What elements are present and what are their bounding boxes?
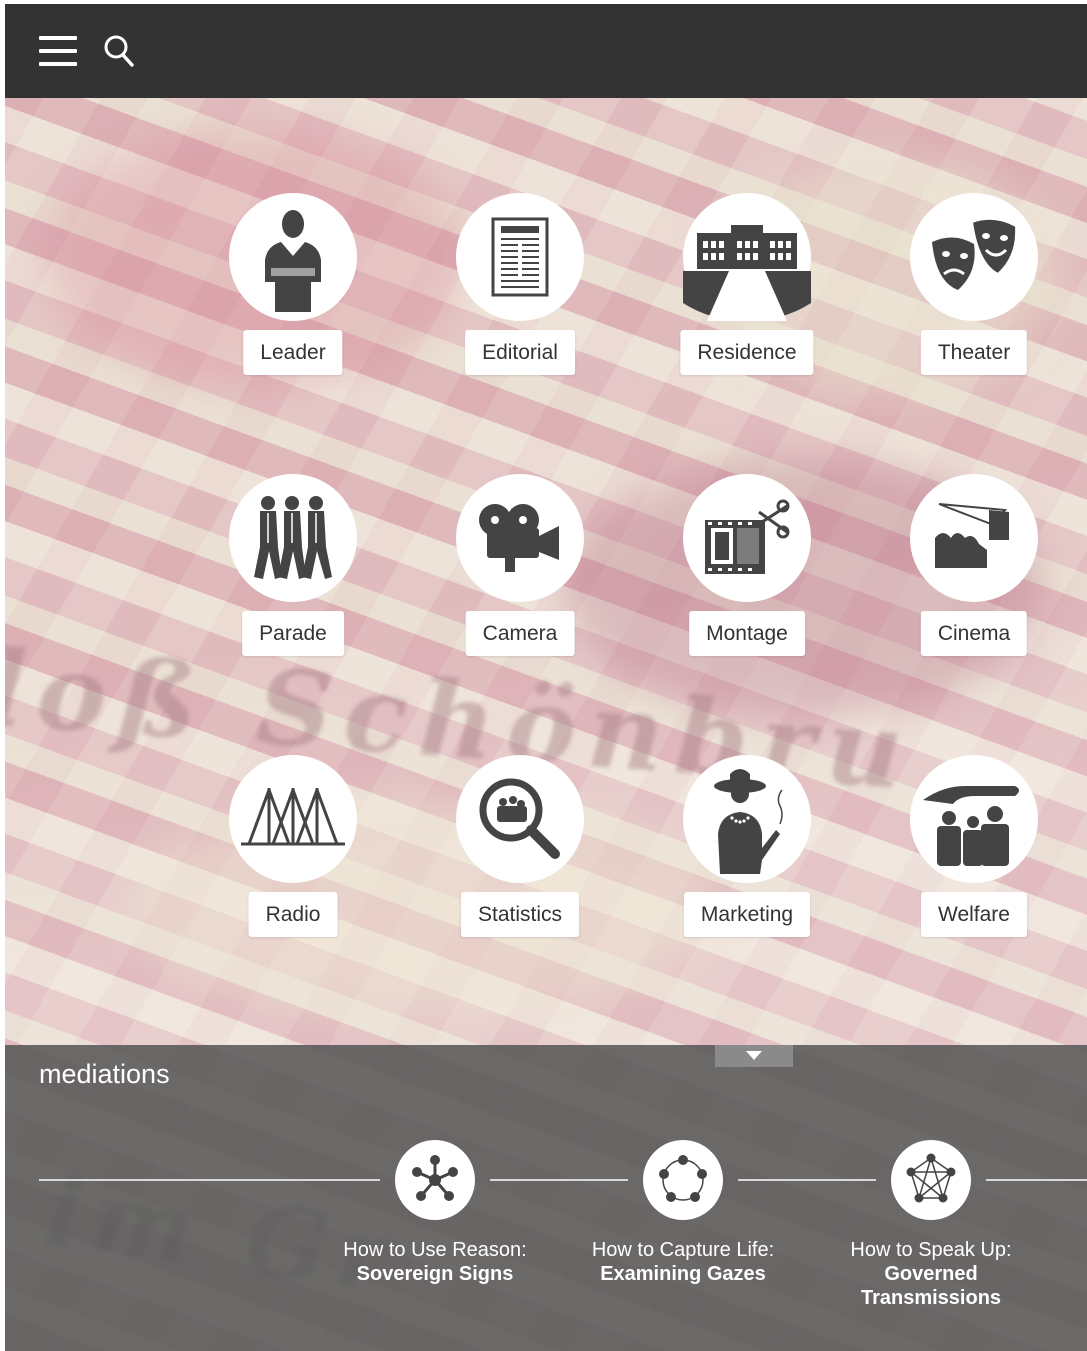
tile-cinema[interactable]: Cinema xyxy=(874,474,1074,664)
tile-statistics[interactable]: Statistics xyxy=(420,755,620,945)
radio-tower-icon xyxy=(229,755,357,883)
tile-label: Radio xyxy=(248,892,338,937)
tile-camera[interactable]: Camera xyxy=(420,474,620,664)
mediation-node-title: Governed Transmissions xyxy=(860,1263,1002,1309)
ring-network-icon xyxy=(643,1140,723,1220)
marching-soldiers-icon xyxy=(229,474,357,602)
search-icon[interactable] xyxy=(103,34,137,70)
mediation-node-sovereign-signs[interactable]: How to Use Reason: Sovereign Signs xyxy=(320,1140,550,1286)
collapse-toggle-button[interactable] xyxy=(715,1045,793,1067)
tile-label: Montage xyxy=(689,611,805,656)
projector-beam-icon xyxy=(910,474,1038,602)
mediations-panel: mediations How to Use Reason: Sovereign … xyxy=(5,1045,1087,1351)
tile-label: Parade xyxy=(242,611,344,656)
mediation-node-title: Examining Gazes xyxy=(600,1263,766,1285)
hamburger-menu-icon[interactable] xyxy=(39,34,79,68)
mediation-node-title: Sovereign Signs xyxy=(356,1263,514,1285)
tile-leader[interactable]: Leader xyxy=(193,193,393,383)
star-network-icon xyxy=(395,1140,475,1220)
tile-marketing[interactable]: Marketing xyxy=(647,755,847,945)
mediation-node-question: How to Use Reason: xyxy=(343,1239,527,1261)
magnifier-crowd-icon xyxy=(456,755,584,883)
tile-welfare[interactable]: Welfare xyxy=(874,755,1074,945)
tile-label: Residence xyxy=(680,330,814,375)
tile-radio[interactable]: Radio xyxy=(193,755,393,945)
mediation-node-examining-gazes[interactable]: How to Capture Life: Examining Gazes xyxy=(568,1140,798,1286)
tile-label: Marketing xyxy=(683,892,811,937)
film-camera-icon xyxy=(456,474,584,602)
tile-label: Editorial xyxy=(465,330,575,375)
tile-editorial[interactable]: Editorial xyxy=(420,193,620,383)
mediation-node-question: How to Speak Up: xyxy=(850,1239,1012,1261)
tile-label: Welfare xyxy=(921,892,1027,937)
tile-label: Cinema xyxy=(920,611,1028,656)
mediation-node-governed-transmissions[interactable]: How to Speak Up: Governed Transmissions xyxy=(816,1140,1046,1310)
top-bar xyxy=(5,4,1087,98)
mediation-node-question: How to Capture Life: xyxy=(591,1239,775,1261)
protecting-hand-icon xyxy=(910,755,1038,883)
theater-masks-icon xyxy=(910,193,1038,321)
panel-title: mediations xyxy=(39,1059,170,1089)
tile-theater[interactable]: Theater xyxy=(874,193,1074,383)
tile-label: Theater xyxy=(920,330,1028,375)
film-scissors-icon xyxy=(683,474,811,602)
tile-label: Leader xyxy=(243,330,343,375)
tile-label: Statistics xyxy=(460,892,580,937)
tile-montage[interactable]: Montage xyxy=(647,474,847,664)
woman-smoking-icon xyxy=(683,755,811,883)
tile-residence[interactable]: Residence xyxy=(647,193,847,383)
newspaper-icon xyxy=(456,193,584,321)
leader-icon xyxy=(229,193,357,321)
palace-icon xyxy=(683,193,811,321)
tile-parade[interactable]: Parade xyxy=(193,474,393,664)
mesh-network-icon xyxy=(891,1140,971,1220)
tile-label: Camera xyxy=(465,611,575,656)
app-frame: loß Schönbru im Gr Leader Editorial Resi… xyxy=(5,4,1087,1351)
